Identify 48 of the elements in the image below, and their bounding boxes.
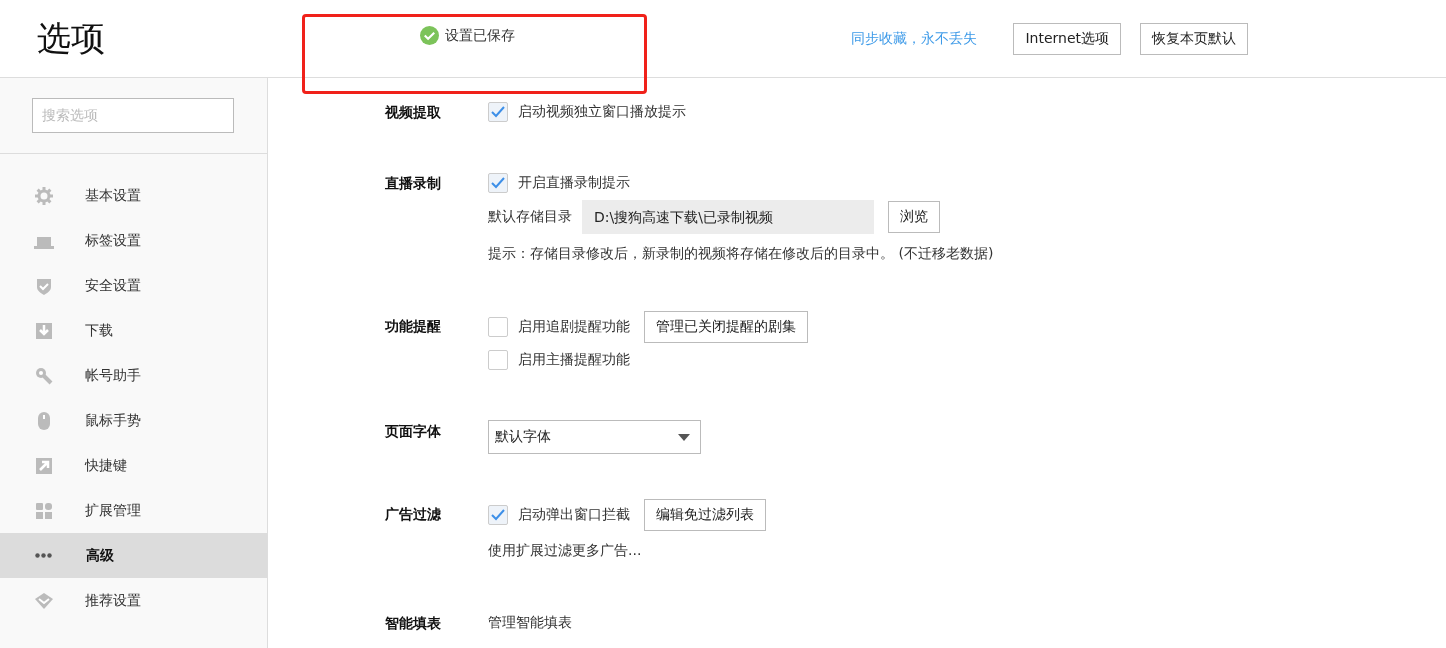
action-button[interactable]: 管理已关闭提醒的剧集: [644, 311, 808, 343]
checkbox-label: 启动弹出窗口拦截: [518, 506, 630, 524]
page-title: 选项: [37, 16, 106, 60]
caret-icon: [678, 433, 690, 441]
browse-button[interactable]: 浏览: [888, 201, 940, 233]
sidebar-item[interactable]: 基本设置: [0, 173, 267, 218]
key-icon: [34, 365, 54, 386]
gear-icon: [34, 185, 54, 206]
header-button[interactable]: Internet选项: [1013, 22, 1121, 55]
section-label: 智能填表: [385, 614, 442, 633]
check-circle-icon: [420, 26, 439, 45]
more-icon: [35, 553, 52, 558]
header-button[interactable]: 恢复本页默认: [1140, 22, 1248, 55]
checkbox-label: 启用追剧提醒功能: [518, 318, 630, 336]
checkbox[interactable]: [488, 350, 508, 370]
path-field[interactable]: D:\搜狗高速下载\已录制视频: [582, 200, 874, 234]
checkbox[interactable]: [488, 102, 508, 122]
checkbox-label: 开启直播录制提示: [518, 174, 630, 192]
checkbox[interactable]: [488, 173, 508, 193]
search-field[interactable]: 搜索选项: [32, 97, 234, 133]
diamond-icon: [34, 590, 54, 611]
action-button[interactable]: 编辑免过滤列表: [644, 499, 766, 531]
sidebar-item[interactable]: 推荐设置: [0, 578, 267, 623]
grid-icon: [34, 500, 54, 521]
checkbox[interactable]: [488, 505, 508, 525]
section-label: 广告过滤: [385, 505, 442, 524]
sidebar-item[interactable]: 下载: [0, 308, 267, 353]
section-label: 页面字体: [385, 422, 442, 441]
sidebar-item[interactable]: 鼠标手势: [0, 398, 267, 443]
section-label: 直播录制: [385, 174, 442, 193]
hint-text: 使用扩展过滤更多广告...: [488, 541, 642, 560]
sidebar-item[interactable]: 快捷键: [0, 443, 267, 488]
manage-link[interactable]: 管理智能填表: [488, 614, 572, 632]
sidebar-item[interactable]: 安全设置: [0, 263, 267, 308]
checkbox-label: 启用主播提醒功能: [518, 351, 630, 369]
font-dropdown[interactable]: 默认字体: [488, 420, 701, 454]
saved-status: 设置已保存: [445, 26, 515, 45]
hint-text: 提示：存储目录修改后，新录制的视频将存储在修改后的目录中。 (不迁移老数据): [488, 244, 994, 263]
section-label: 功能提醒: [385, 317, 442, 336]
checkbox-label: 启动视频独立窗口播放提示: [518, 103, 686, 121]
sidebar-item[interactable]: 标签设置: [0, 218, 267, 263]
sidebar-item[interactable]: 帐号助手: [0, 353, 267, 398]
checkbox[interactable]: [488, 317, 508, 337]
sidebar-item[interactable]: 高级: [0, 533, 267, 578]
section-label: 视频提取: [385, 103, 442, 122]
download-icon: [34, 320, 54, 341]
field-label: 默认存储目录: [488, 208, 572, 226]
sidebar-item[interactable]: 扩展管理: [0, 488, 267, 533]
